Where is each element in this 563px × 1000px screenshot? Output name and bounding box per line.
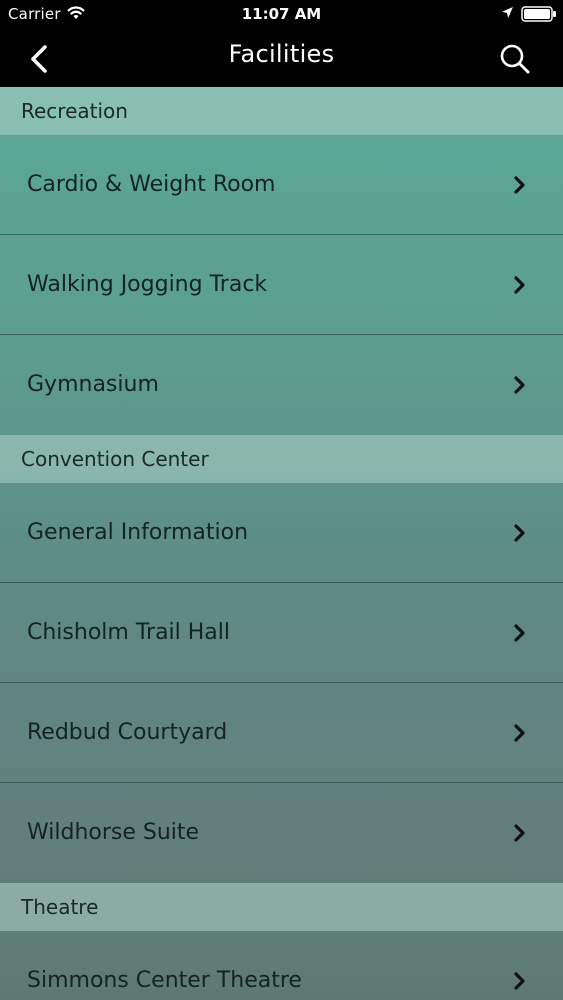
status-bar: Carrier 11:07 AM [0, 0, 563, 28]
list-item-gymnasium[interactable]: Gymnasium [0, 335, 563, 435]
status-time: 11:07 AM [241, 5, 322, 23]
list-item-label: Gymnasium [27, 372, 159, 397]
list-item-redbud-courtyard[interactable]: Redbud Courtyard [0, 683, 563, 783]
section-header-convention-center: Convention Center [0, 435, 563, 483]
list-item-label: General Information [27, 520, 249, 545]
list-item-label: Walking Jogging Track [27, 272, 268, 297]
search-button[interactable] [489, 36, 537, 80]
chevron-right-icon [514, 376, 525, 394]
list-item-label: Simmons Center Theatre [27, 968, 302, 993]
section-header-label: Recreation [21, 99, 128, 123]
list-item-label: Cardio & Weight Room [27, 172, 276, 197]
section-header-recreation: Recreation [0, 87, 563, 135]
list-item-label: Chisholm Trail Hall [27, 620, 231, 645]
chevron-right-icon [514, 276, 525, 294]
section-header-label: Convention Center [21, 447, 209, 471]
section-header-label: Theatre [21, 895, 99, 919]
chevron-right-icon [514, 624, 525, 642]
chevron-right-icon [514, 524, 525, 542]
page-title: Facilities [228, 40, 335, 68]
list-item-wildhorse-suite[interactable]: Wildhorse Suite [0, 783, 563, 883]
navigation-bar: Facilities [0, 28, 563, 87]
list-item-label: Redbud Courtyard [27, 720, 228, 745]
list-item-general-information[interactable]: General Information [0, 483, 563, 583]
chevron-right-icon [514, 724, 525, 742]
location-arrow-icon [502, 7, 513, 18]
chevron-right-icon [514, 176, 525, 194]
list-item-cardio-weight-room[interactable]: Cardio & Weight Room [0, 135, 563, 235]
battery-icon [521, 6, 556, 22]
facilities-list[interactable]: Recreation Cardio & Weight Room Walking … [0, 87, 563, 1000]
search-icon [500, 44, 530, 74]
chevron-right-icon [514, 972, 525, 990]
section-header-theatre: Theatre [0, 883, 563, 931]
chevron-right-icon [514, 824, 525, 842]
list-item-walking-jogging-track[interactable]: Walking Jogging Track [0, 235, 563, 335]
list-item-simmons-center-theatre[interactable]: Simmons Center Theatre [0, 931, 563, 1000]
list-item-chisholm-trail-hall[interactable]: Chisholm Trail Hall [0, 583, 563, 683]
list-item-label: Wildhorse Suite [27, 820, 200, 845]
